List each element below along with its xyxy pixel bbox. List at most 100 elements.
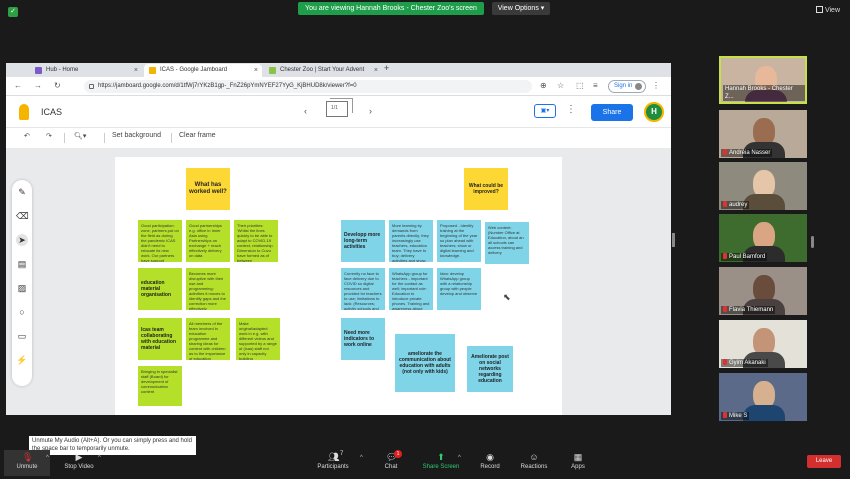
pen-icon[interactable]: ✎ xyxy=(16,186,28,198)
view-button[interactable]: View xyxy=(815,6,840,14)
extensions-icon[interactable]: ⬚ xyxy=(576,81,584,90)
url-field[interactable]: https://jamboard.google.com/d/1tfWj7rYKz… xyxy=(84,80,532,93)
share-button[interactable]: Share xyxy=(591,104,633,121)
sticky-note[interactable]: Developp more long-term activities xyxy=(341,220,385,262)
sticky-note[interactable]: Proposed - identify training at the begi… xyxy=(437,220,481,262)
frame-count: 1/1 xyxy=(331,105,338,111)
participant-name: Hannah Brooks - Chester Z... xyxy=(723,85,805,101)
participant-name: Paul Bamford xyxy=(729,254,766,260)
participant-video[interactable]: audrey xyxy=(719,162,807,210)
forward-icon[interactable]: → xyxy=(34,81,42,90)
reading-list-icon[interactable]: ≡ xyxy=(593,81,598,90)
participants-options-caret-icon[interactable]: ^ xyxy=(360,455,363,461)
chat-unread-badge: 1 xyxy=(394,450,402,458)
laser-icon[interactable]: ⚡ xyxy=(16,354,28,366)
tab-label: Chester Zoo | Start Your Advent xyxy=(280,67,365,73)
video-options-caret-icon[interactable]: ^ xyxy=(98,455,101,461)
sticky-note[interactable]: ameliorate the communication about educa… xyxy=(395,334,455,392)
tab-hub-home[interactable]: Hub - Home × xyxy=(30,64,142,77)
chat-button[interactable]: 💬︎ 1 Chat xyxy=(366,450,416,470)
participant-name-tag: Flavia Thiemann xyxy=(721,306,776,314)
sticky-note[interactable]: Good participation: zone, partners put o… xyxy=(138,220,182,262)
leave-button[interactable]: Leave xyxy=(807,455,841,468)
jam-title[interactable]: ICAS xyxy=(41,107,62,117)
undo-icon[interactable]: ↶ xyxy=(24,132,30,140)
sticky-note[interactable]: Make original/adapted work in e.g. with … xyxy=(236,318,280,360)
browser-tab-bar: Hub - Home × ICAS - Google Jamboard × Ch… xyxy=(6,63,671,77)
security-shield-icon[interactable]: ✓ xyxy=(8,7,18,17)
next-frame-icon[interactable]: › xyxy=(369,106,372,116)
participant-video[interactable]: Paul Bamford xyxy=(719,214,807,262)
sticky-note[interactable]: Icas team collaborating with education m… xyxy=(138,318,182,360)
sticky-note[interactable]: What could be improved? xyxy=(464,168,508,210)
reactions-button[interactable]: ☺ Reactions xyxy=(509,452,559,470)
sticky-note[interactable]: Their priorities: 'Whilst the lines quic… xyxy=(234,220,278,262)
user-avatar[interactable]: H xyxy=(644,102,664,122)
sticky-note-icon[interactable]: ▤ xyxy=(16,258,28,270)
sticky-note[interactable]: Need more indicators to work online xyxy=(341,318,385,360)
zoom-icon[interactable]: 🔍︎▾ xyxy=(74,132,86,140)
redo-icon[interactable]: ↷ xyxy=(46,132,52,140)
viewing-banner: You are viewing Hannah Brooks - Chester … xyxy=(298,2,484,15)
sticky-note[interactable]: Idea: develop WhatsApp group with a rela… xyxy=(437,268,481,310)
select-icon[interactable]: ➤ xyxy=(16,234,28,246)
splitter-handle[interactable] xyxy=(672,233,675,247)
sticky-note[interactable]: education material organisation xyxy=(138,268,182,310)
participant-video[interactable]: Hannah Brooks - Chester Z... xyxy=(719,56,807,104)
tab-chester-zoo[interactable]: Chester Zoo | Start Your Advent × xyxy=(264,64,382,77)
sticky-note[interactable]: Ameliorate post on social networks regar… xyxy=(467,346,513,392)
reload-icon[interactable]: ↻ xyxy=(54,81,61,90)
audio-options-caret-icon[interactable]: ^ xyxy=(46,455,49,461)
clear-frame-button[interactable]: Clear frame xyxy=(179,132,216,139)
sticky-note[interactable]: What has worked well? xyxy=(186,168,230,210)
close-tab-icon[interactable]: × xyxy=(134,64,138,77)
sticky-note[interactable]: Becomes more disruptive with their use a… xyxy=(186,268,230,310)
gallery-scroll-handle[interactable] xyxy=(811,236,814,248)
more-options-icon[interactable]: ⋮ xyxy=(566,104,576,115)
sticky-note[interactable]: More learning by demands from parents di… xyxy=(389,220,433,262)
sticky-note[interactable]: Good partnerships e.g. office in Inner A… xyxy=(186,220,230,262)
sticky-note[interactable]: WhatsApp group for teachers - important … xyxy=(389,268,433,310)
browser-menu-icon[interactable]: ⋮ xyxy=(652,81,660,90)
back-icon[interactable]: ← xyxy=(14,81,22,90)
participant-video[interactable]: Gyim Akanaki xyxy=(719,320,807,368)
address-bar-row: ← → ↻ https://jamboard.google.com/d/1tfW… xyxy=(6,77,671,96)
new-tab-button[interactable]: + xyxy=(384,63,389,73)
close-tab-icon[interactable]: × xyxy=(374,64,378,77)
sticky-note[interactable]: Currently no face to face delivery due t… xyxy=(341,268,385,310)
eraser-icon[interactable]: ⌫ xyxy=(16,210,29,222)
muted-mic-icon xyxy=(723,149,727,155)
jam-canvas[interactable]: What has worked well? What could be impr… xyxy=(115,157,562,415)
tab-jamboard[interactable]: ICAS - Google Jamboard × xyxy=(144,64,262,77)
sticky-note[interactable]: Bringing in specialist staff (Board) for… xyxy=(138,366,182,406)
participant-video[interactable]: Andréia Nasser xyxy=(719,110,807,158)
set-background-button[interactable]: Set background xyxy=(112,132,161,139)
unmute-button[interactable]: 🎙︎ Unmute xyxy=(2,452,52,470)
participant-video[interactable]: Mike S xyxy=(719,373,807,421)
participants-button[interactable]: 👥︎ Participants xyxy=(308,452,358,470)
share-options-caret-icon[interactable]: ^ xyxy=(458,455,461,461)
record-button[interactable]: ◉ Record xyxy=(465,452,515,470)
sign-in-button[interactable]: Sign in xyxy=(608,80,646,93)
bookmark-star-icon[interactable]: ☆ xyxy=(557,81,564,90)
stop-video-button[interactable]: ▶ Stop Video xyxy=(54,452,104,470)
record-label: Record xyxy=(480,464,500,470)
participant-name: audrey xyxy=(729,202,748,208)
jamboard-logo-icon xyxy=(19,104,29,120)
previous-frame-icon[interactable]: ‹ xyxy=(304,106,307,116)
participant-video[interactable]: Flavia Thiemann xyxy=(719,267,807,315)
circle-icon[interactable]: ○ xyxy=(16,306,28,318)
present-icon[interactable]: ▣▾ xyxy=(534,104,556,118)
jamboard-header: ICAS ‹ 1/1 › ▣▾ ⋮ Share H xyxy=(6,96,671,128)
add-image-icon[interactable]: ▨ xyxy=(16,282,28,294)
muted-mic-icon xyxy=(723,359,727,365)
close-tab-icon[interactable]: × xyxy=(254,64,258,77)
sticky-note[interactable]: All members of the team involved in educ… xyxy=(186,318,230,360)
text-box-icon[interactable]: ▭ xyxy=(16,330,28,342)
sticky-note[interactable]: Web content: (Number Office at Education… xyxy=(485,222,529,264)
apps-button[interactable]: ▦ Apps xyxy=(553,452,603,470)
install-app-icon[interactable]: ⊕ xyxy=(540,81,547,90)
shared-browser-window: Hub - Home × ICAS - Google Jamboard × Ch… xyxy=(6,63,671,415)
participants-count: 7 xyxy=(340,451,344,457)
view-options-button[interactable]: View Options ▾ xyxy=(492,2,550,15)
